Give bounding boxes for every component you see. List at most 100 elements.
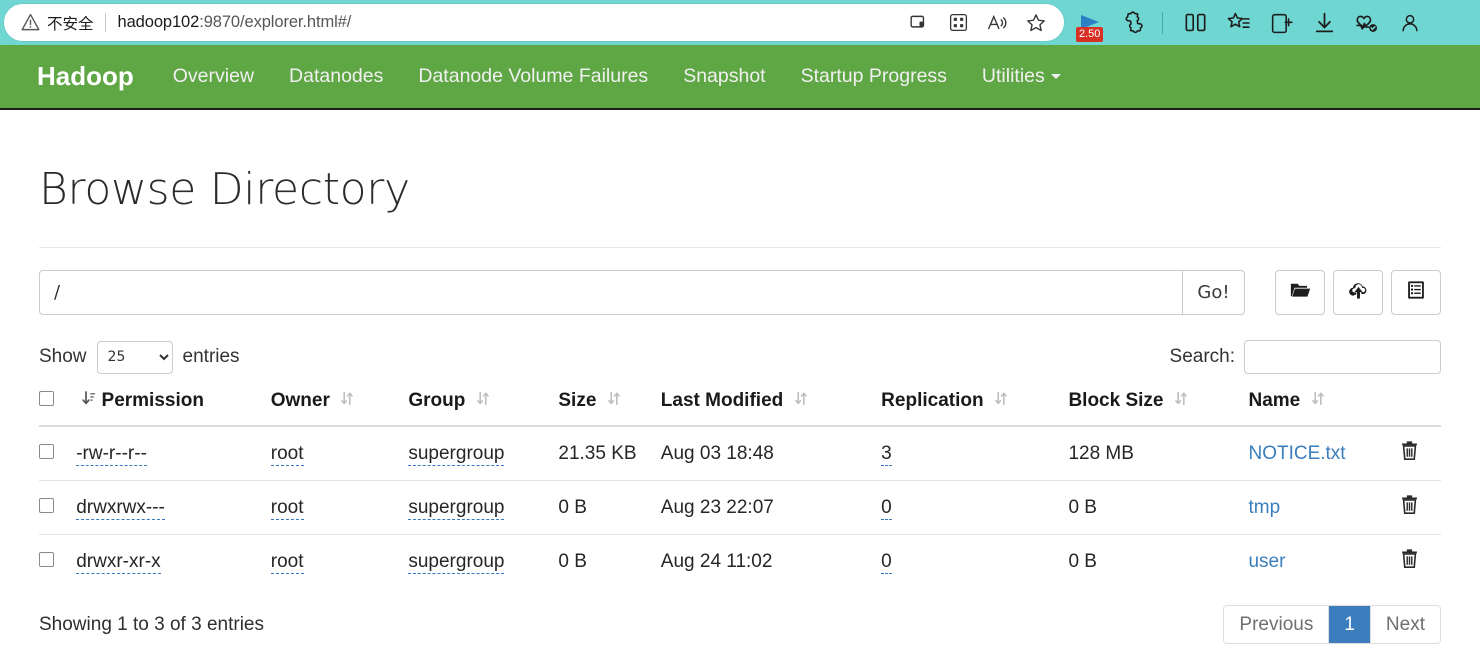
permission-value[interactable]: -rw-r--r--: [76, 442, 147, 466]
header-block-size[interactable]: Block Size: [1068, 386, 1249, 427]
cell-name[interactable]: NOTICE.txt: [1248, 426, 1399, 481]
header-permission[interactable]: Permission: [76, 386, 271, 427]
cell-delete[interactable]: [1400, 426, 1441, 481]
cell-group[interactable]: supergroup: [408, 426, 558, 481]
search-input[interactable]: [1244, 340, 1441, 374]
header-name[interactable]: Name: [1248, 386, 1400, 427]
permission-value[interactable]: drwxr-xr-x: [76, 550, 161, 574]
owner-value[interactable]: root: [270, 496, 304, 520]
nav-item-snapshot[interactable]: Snapshot: [683, 65, 765, 88]
address-bar[interactable]: 不安全 hadoop102:9870/explorer.html#/: [4, 4, 1064, 41]
sort-both-icon[interactable]: [1174, 390, 1189, 412]
cell-group[interactable]: supergroup: [408, 534, 559, 588]
nav-item-startup-progress[interactable]: Startup Progress: [801, 65, 947, 88]
cell-delete[interactable]: [1399, 534, 1441, 588]
row-checkbox[interactable]: [39, 551, 54, 567]
header-last-modified[interactable]: Last Modified: [660, 386, 882, 427]
create-directory-button[interactable]: [1275, 270, 1325, 315]
replication-value[interactable]: 0: [881, 496, 892, 520]
cell-permission[interactable]: drwxrwx---: [76, 480, 271, 535]
pagination-next[interactable]: Next: [1370, 606, 1440, 643]
permission-value[interactable]: drwxrwx---: [76, 496, 165, 520]
row-select-cell[interactable]: [39, 426, 76, 481]
header-replication[interactable]: Replication: [881, 386, 1069, 427]
go-button[interactable]: Go!: [1182, 270, 1245, 315]
header-owner-label: Owner: [270, 390, 330, 411]
row-select-cell[interactable]: [39, 480, 77, 535]
cell-delete[interactable]: [1399, 480, 1441, 535]
header-owner[interactable]: Owner: [270, 386, 409, 427]
nav-item-datanode-volume-failures[interactable]: Datanode Volume Failures: [418, 65, 648, 88]
favorites-list-icon[interactable]: [1221, 6, 1255, 40]
nav-item-utilities[interactable]: Utilities: [982, 65, 1061, 88]
toolbar-divider: [1162, 11, 1163, 34]
cell-permission[interactable]: -rw-r--r--: [76, 426, 271, 481]
cell-group[interactable]: supergroup: [408, 480, 559, 535]
favorite-star-icon[interactable]: [1021, 8, 1051, 38]
cell-permission[interactable]: drwxr-xr-x: [76, 534, 271, 588]
nav-item-datanodes[interactable]: Datanodes: [289, 65, 383, 88]
replication-value[interactable]: 3: [881, 442, 892, 466]
entries-select[interactable]: 25: [96, 340, 173, 374]
sort-both-icon[interactable]: [794, 390, 809, 412]
trash-icon[interactable]: [1400, 548, 1419, 575]
upload-files-button[interactable]: [1333, 270, 1383, 315]
sort-both-icon[interactable]: [607, 390, 622, 412]
clipboard-list-icon: [1405, 279, 1427, 306]
downloads-icon[interactable]: [1307, 6, 1341, 40]
sort-both-icon[interactable]: [995, 390, 1009, 412]
cell-name[interactable]: user: [1248, 534, 1400, 588]
flag-play-icon[interactable]: 2.50: [1073, 6, 1107, 42]
group-value[interactable]: supergroup: [408, 550, 505, 574]
split-screen-apps-icon[interactable]: [943, 8, 973, 38]
pagination-previous[interactable]: Previous: [1224, 606, 1330, 643]
owner-value[interactable]: root: [270, 550, 304, 574]
trash-icon[interactable]: [1400, 440, 1419, 467]
path-input[interactable]: [39, 270, 1182, 315]
group-value[interactable]: supergroup: [408, 496, 505, 520]
profile-icon[interactable]: [1393, 6, 1427, 40]
cell-owner[interactable]: root: [270, 480, 409, 535]
cell-replication[interactable]: 0: [881, 534, 1069, 588]
replication-value[interactable]: 0: [881, 550, 892, 574]
header-group[interactable]: Group: [408, 386, 559, 427]
split-screen-icon[interactable]: [1178, 6, 1212, 40]
header-size[interactable]: Size: [558, 386, 661, 427]
sort-both-icon[interactable]: [1311, 390, 1326, 412]
cell-size: 21.35 KB: [558, 442, 637, 464]
extensions-puzzle-icon[interactable]: [1116, 6, 1150, 40]
table-row: -rw-r--r-- root supergroup 21.35 KB Aug …: [39, 426, 1441, 481]
cast-icon[interactable]: [904, 8, 934, 38]
cell-replication[interactable]: 0: [881, 480, 1069, 535]
trash-icon[interactable]: [1400, 494, 1419, 521]
select-all-checkbox[interactable]: [39, 391, 54, 406]
cell-owner[interactable]: root: [270, 534, 409, 588]
url-text[interactable]: hadoop102:9870/explorer.html#/: [118, 13, 352, 32]
sort-both-icon[interactable]: [476, 390, 491, 412]
file-link[interactable]: tmp: [1248, 497, 1280, 518]
cut-paste-button[interactable]: [1391, 270, 1441, 315]
sort-desc-icon[interactable]: [82, 390, 96, 412]
browser-essentials-icon[interactable]: [1350, 6, 1384, 40]
row-checkbox[interactable]: [39, 443, 54, 459]
group-value[interactable]: supergroup: [408, 442, 505, 466]
cell-last-modified: Aug 24 11:02: [660, 534, 882, 588]
header-select-all[interactable]: [39, 386, 77, 427]
file-link[interactable]: user: [1248, 551, 1285, 572]
file-link[interactable]: NOTICE.txt: [1248, 443, 1345, 464]
read-aloud-icon[interactable]: [982, 8, 1012, 38]
cell-name[interactable]: tmp: [1248, 480, 1400, 535]
collections-add-icon[interactable]: [1264, 6, 1298, 40]
row-checkbox[interactable]: [39, 497, 54, 513]
cell-replication[interactable]: 3: [881, 426, 1068, 481]
cell-owner[interactable]: root: [270, 426, 409, 481]
show-label: Show: [39, 346, 87, 367]
pagination: Previous 1 Next: [1223, 605, 1441, 644]
sort-both-icon[interactable]: [341, 390, 355, 412]
not-secure-warning-icon[interactable]: [21, 13, 40, 32]
row-select-cell[interactable]: [39, 534, 77, 588]
pagination-page-1[interactable]: 1: [1329, 606, 1371, 643]
owner-value[interactable]: root: [270, 442, 304, 466]
nav-item-overview[interactable]: Overview: [173, 65, 254, 88]
hadoop-brand-link[interactable]: Hadoop: [37, 61, 134, 92]
